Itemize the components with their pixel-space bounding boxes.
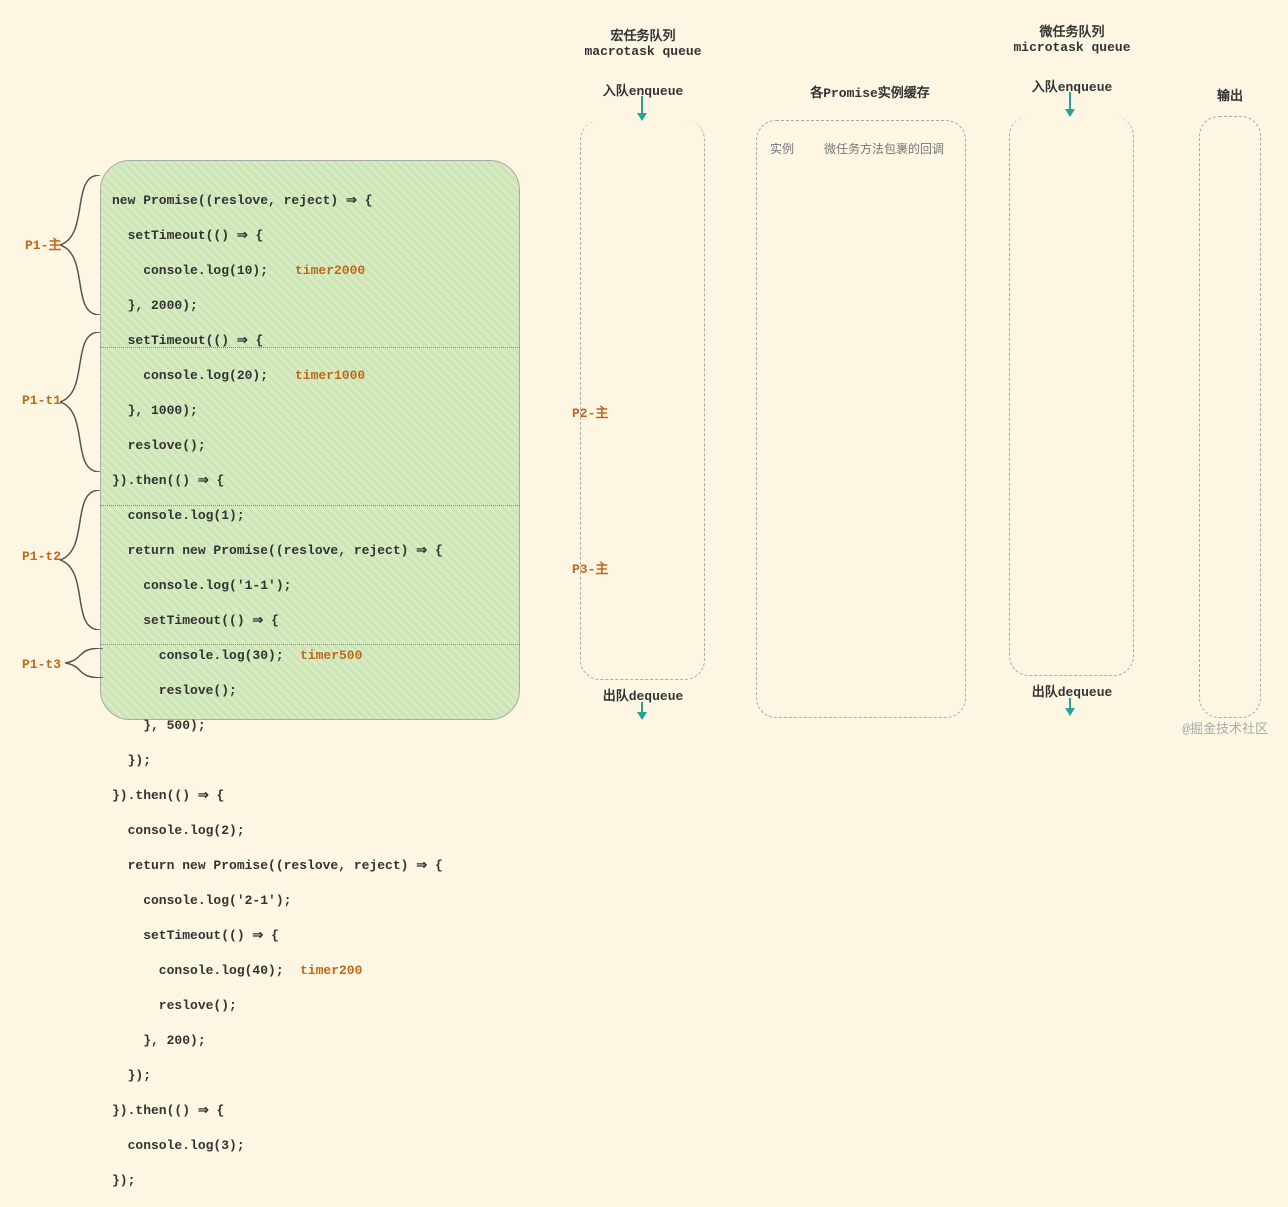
microtask-dequeue-label: 出队dequeue <box>972 681 1172 700</box>
macrotask-title-cn: 宏任务队列 <box>543 25 743 44</box>
microtask-title-cn: 微任务队列 <box>972 21 1172 40</box>
microtask-queue-box <box>1009 116 1134 676</box>
macrotask-enqueue-label: 入队enqueue <box>543 80 743 99</box>
macrotask-dequeue-label: 出队dequeue <box>543 685 743 704</box>
code-line: }); <box>100 1067 1288 1085</box>
section-divider <box>100 505 520 506</box>
code-line: console.log(40);timer200 <box>100 962 1288 980</box>
section-label-p1-t1: P1-t1 <box>22 393 61 408</box>
section-label-p1-t3: P1-t3 <box>22 657 61 672</box>
section-divider <box>100 644 520 645</box>
timer-label: timer500 <box>300 647 362 665</box>
output-title: 输出 <box>1130 85 1288 104</box>
macrotask-queue-box <box>580 120 705 680</box>
section-label-p1-t2: P1-t2 <box>22 549 61 564</box>
section-label-p1-main: P1-主 <box>25 234 61 253</box>
section-divider <box>100 347 520 348</box>
arrow-head-icon <box>1065 708 1075 716</box>
timer-label: timer2000 <box>295 262 365 280</box>
brace-icon <box>60 332 105 472</box>
code-line: setTimeout(() ⇒ { <box>100 927 1288 945</box>
brace-icon <box>65 648 103 678</box>
timer-label: timer200 <box>300 962 362 980</box>
code-line: console.log('2-1'); <box>100 892 1288 910</box>
macrotask-title-en: macrotask queue <box>543 44 743 59</box>
code-line: }); <box>100 752 1288 770</box>
promise-cache-col-callback: 微任务方法包裹的回调 <box>824 140 944 157</box>
brace-icon <box>60 175 105 315</box>
watermark: @掘金技术社区 <box>1182 718 1268 737</box>
code-line: }, 200); <box>100 1032 1288 1050</box>
code-line: }).then(() ⇒ { <box>100 787 1288 805</box>
code-line: reslove(); <box>100 997 1288 1015</box>
brace-icon <box>60 490 105 630</box>
promise-cache-box <box>756 120 966 718</box>
code-line: }).then(() ⇒ { <box>100 1102 1288 1120</box>
code-line: }); <box>100 1172 1288 1190</box>
promise-cache-col-instance: 实例 <box>770 140 794 157</box>
promise-cache-title: 各Promise实例缓存 <box>770 82 970 101</box>
code-line: }, 500); <box>100 717 1288 735</box>
output-box <box>1199 116 1261 718</box>
code-line: return new Promise((reslove, reject) ⇒ { <box>100 857 1288 875</box>
code-line: console.log(2); <box>100 822 1288 840</box>
timer-label: timer1000 <box>295 367 365 385</box>
arrow-head-icon <box>637 712 647 720</box>
code-line: console.log(3); <box>100 1137 1288 1155</box>
microtask-title-en: microtask queue <box>972 40 1172 55</box>
